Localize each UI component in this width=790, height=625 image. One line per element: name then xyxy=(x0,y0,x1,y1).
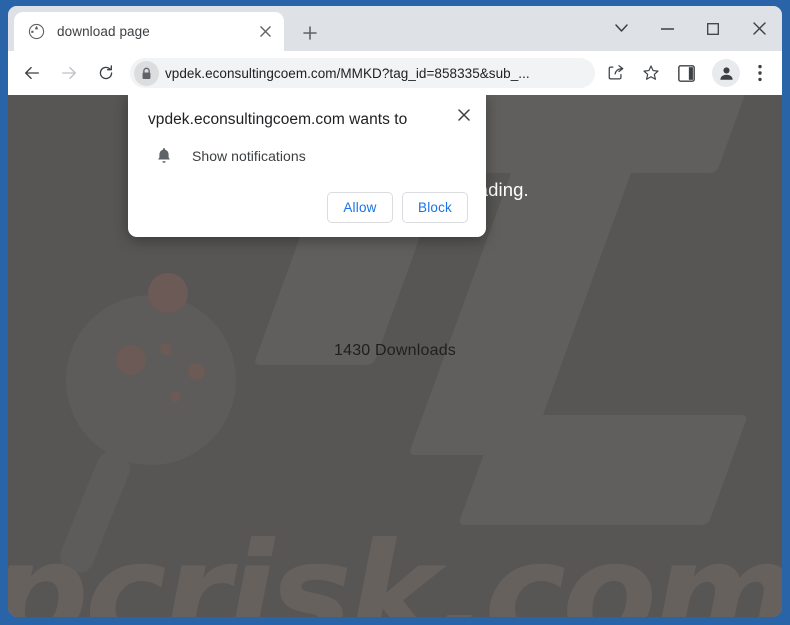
star-icon xyxy=(643,65,659,80)
bookmark-button[interactable] xyxy=(637,59,665,87)
minimize-icon xyxy=(660,27,674,30)
dialog-title: vpdek.econsultingcoem.com wants to xyxy=(148,111,408,128)
permission-label: Show notifications xyxy=(192,147,306,164)
reload-button[interactable] xyxy=(92,59,120,87)
browser-toolbar: vpdek.econsultingcoem.com/MMKD?tag_id=85… xyxy=(8,51,782,95)
block-button[interactable]: Block xyxy=(401,191,468,223)
browser-window-inner: download page vpdek.econsultingcoem.com/… xyxy=(8,6,782,617)
minimize-button[interactable] xyxy=(644,6,690,51)
close-icon xyxy=(259,26,271,37)
side-panel-button[interactable] xyxy=(672,59,700,87)
lock-icon xyxy=(142,67,151,79)
permission-row: Show notifications xyxy=(148,146,468,166)
reload-icon xyxy=(99,65,113,80)
three-dot-menu-icon xyxy=(758,64,762,82)
share-icon xyxy=(608,65,624,80)
dialog-close-button[interactable] xyxy=(452,103,476,127)
close-window-button[interactable] xyxy=(736,6,782,51)
window-controls xyxy=(598,6,782,51)
dialog-actions: Allow Block xyxy=(148,191,468,223)
browser-tab[interactable]: download page xyxy=(14,12,284,51)
forward-button xyxy=(55,59,83,87)
site-security-chip[interactable] xyxy=(134,60,159,86)
tab-title: download page xyxy=(57,24,150,39)
share-button[interactable] xyxy=(602,59,630,87)
back-button[interactable] xyxy=(18,59,46,87)
close-tab-icon[interactable] xyxy=(254,21,276,43)
close-icon xyxy=(752,22,766,35)
new-tab-button[interactable] xyxy=(296,19,324,47)
profile-button[interactable] xyxy=(712,59,740,87)
browser-window: download page vpdek.econsultingcoem.com/… xyxy=(0,0,790,625)
download-counter: 1430 Downloads xyxy=(334,342,456,359)
plus-icon xyxy=(303,26,317,40)
browser-menu-button[interactable] xyxy=(746,59,774,87)
maximize-button[interactable] xyxy=(690,6,736,51)
allow-button[interactable]: Allow xyxy=(326,191,393,223)
side-panel-icon xyxy=(677,64,695,82)
arrow-left-icon xyxy=(25,66,39,80)
maximize-icon xyxy=(707,22,719,35)
bell-icon xyxy=(154,146,174,166)
url-text: vpdek.econsultingcoem.com/MMKD?tag_id=85… xyxy=(165,65,530,81)
bell-glyph-icon xyxy=(158,148,170,164)
avatar-icon xyxy=(719,66,733,80)
tab-search-button[interactable] xyxy=(598,6,644,51)
globe-icon xyxy=(28,23,45,40)
close-icon xyxy=(458,109,470,121)
page-viewport: pcrisk.com DOWNLOAD! Click Allow to star… xyxy=(8,95,782,617)
address-bar[interactable]: vpdek.econsultingcoem.com/MMKD?tag_id=85… xyxy=(130,58,595,88)
arrow-right-icon xyxy=(62,66,76,80)
chevron-down-icon xyxy=(614,24,628,32)
notification-permission-dialog: vpdek.econsultingcoem.com wants to Show … xyxy=(128,95,486,237)
tab-strip: download page xyxy=(8,6,782,51)
